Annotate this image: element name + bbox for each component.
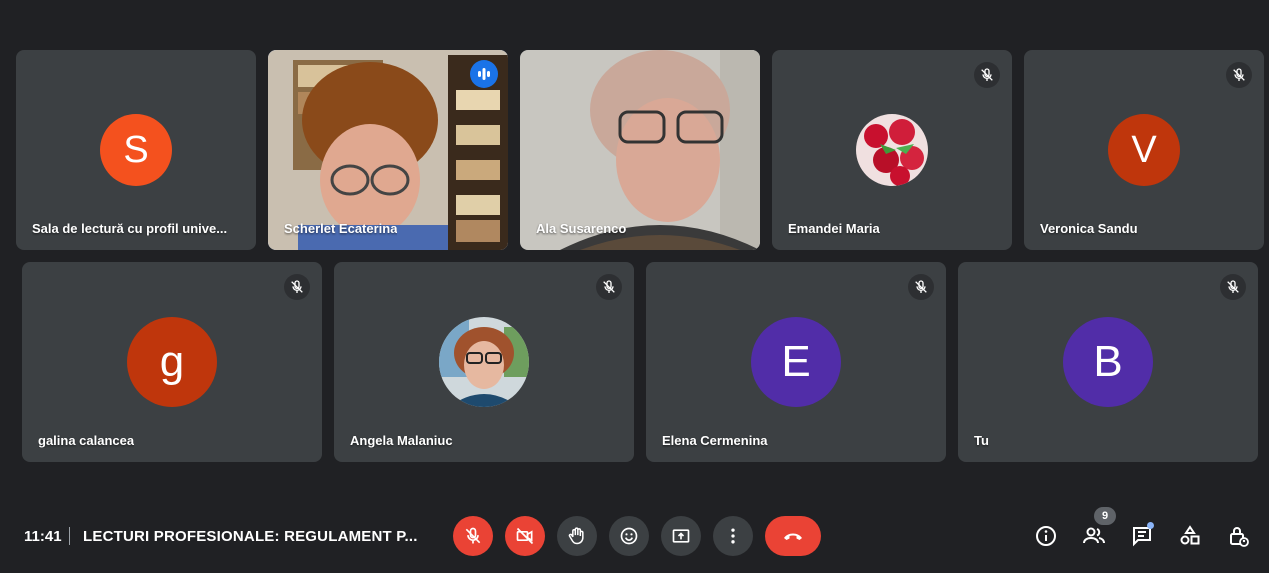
divider	[69, 527, 70, 545]
more-icon	[731, 528, 735, 544]
meeting-title: LECTURI PROFESIONALE: REGULAMENT P...	[83, 528, 418, 545]
participant-tile[interactable]: g galina calancea	[22, 262, 322, 462]
video-feed	[520, 50, 760, 250]
more-options-button[interactable]	[713, 516, 753, 556]
participant-name: Ala Susarenco	[536, 221, 627, 236]
participant-tile[interactable]: Emandei Maria	[772, 50, 1012, 250]
info-icon	[1036, 526, 1056, 546]
avatar: V	[1108, 114, 1180, 186]
activities-icon	[1180, 525, 1200, 545]
camera-off-icon	[516, 527, 534, 545]
avatar: S	[100, 114, 172, 186]
participant-tile[interactable]: E Elena Cermenina	[646, 262, 946, 462]
host-controls-button[interactable]	[1224, 522, 1252, 550]
participant-tile[interactable]: Angela Malaniuc	[334, 262, 634, 462]
mic-off-icon	[463, 526, 483, 546]
participant-name: Emandei Maria	[788, 221, 880, 236]
avatar: B	[1063, 317, 1153, 407]
mic-off-icon	[1220, 274, 1246, 300]
participant-name: Tu	[974, 433, 989, 448]
meeting-time: 11:41	[24, 528, 62, 545]
mic-off-icon	[908, 274, 934, 300]
mic-toggle-button[interactable]	[453, 516, 493, 556]
avatar: g	[127, 317, 217, 407]
raise-hand-icon	[568, 527, 584, 545]
reactions-button[interactable]	[609, 516, 649, 556]
participant-tile[interactable]: B Tu	[958, 262, 1258, 462]
raise-hand-button[interactable]	[557, 516, 597, 556]
avatar	[439, 317, 529, 407]
mic-off-icon	[596, 274, 622, 300]
present-screen-button[interactable]	[661, 516, 701, 556]
camera-toggle-button[interactable]	[505, 516, 545, 556]
avatar	[856, 114, 928, 186]
people-icon	[1083, 527, 1105, 544]
leave-call-button[interactable]	[765, 516, 821, 556]
participant-name: Elena Cermenina	[662, 433, 768, 448]
mic-off-icon	[1226, 62, 1252, 88]
participant-name: Sala de lectură cu profil unive...	[32, 221, 228, 236]
participant-tile[interactable]: Ala Susarenco	[520, 50, 760, 250]
participant-name: galina calancea	[38, 433, 135, 448]
unread-indicator	[1147, 522, 1154, 529]
participant-count-badge: 9	[1094, 507, 1116, 525]
mic-off-icon	[284, 274, 310, 300]
meeting-details-button[interactable]	[1032, 522, 1060, 550]
present-icon	[672, 529, 690, 543]
emoji-icon	[620, 527, 638, 545]
participant-name: Veronica Sandu	[1040, 221, 1138, 236]
hangup-icon	[784, 533, 802, 540]
avatar: E	[751, 317, 841, 407]
mic-off-icon	[974, 62, 1000, 88]
participant-tile[interactable]: V Veronica Sandu	[1024, 50, 1264, 250]
speaking-indicator-icon	[470, 60, 498, 88]
participant-name: Angela Malaniuc	[350, 433, 453, 448]
people-button[interactable]	[1080, 522, 1108, 550]
activities-button[interactable]	[1176, 522, 1204, 550]
participant-name: Scherlet Ecaterina	[284, 221, 398, 236]
participant-tile[interactable]: Scherlet Ecaterina	[268, 50, 508, 250]
lock-person-icon	[1230, 527, 1249, 547]
participant-tile[interactable]: S Sala de lectură cu profil unive...	[16, 50, 256, 250]
